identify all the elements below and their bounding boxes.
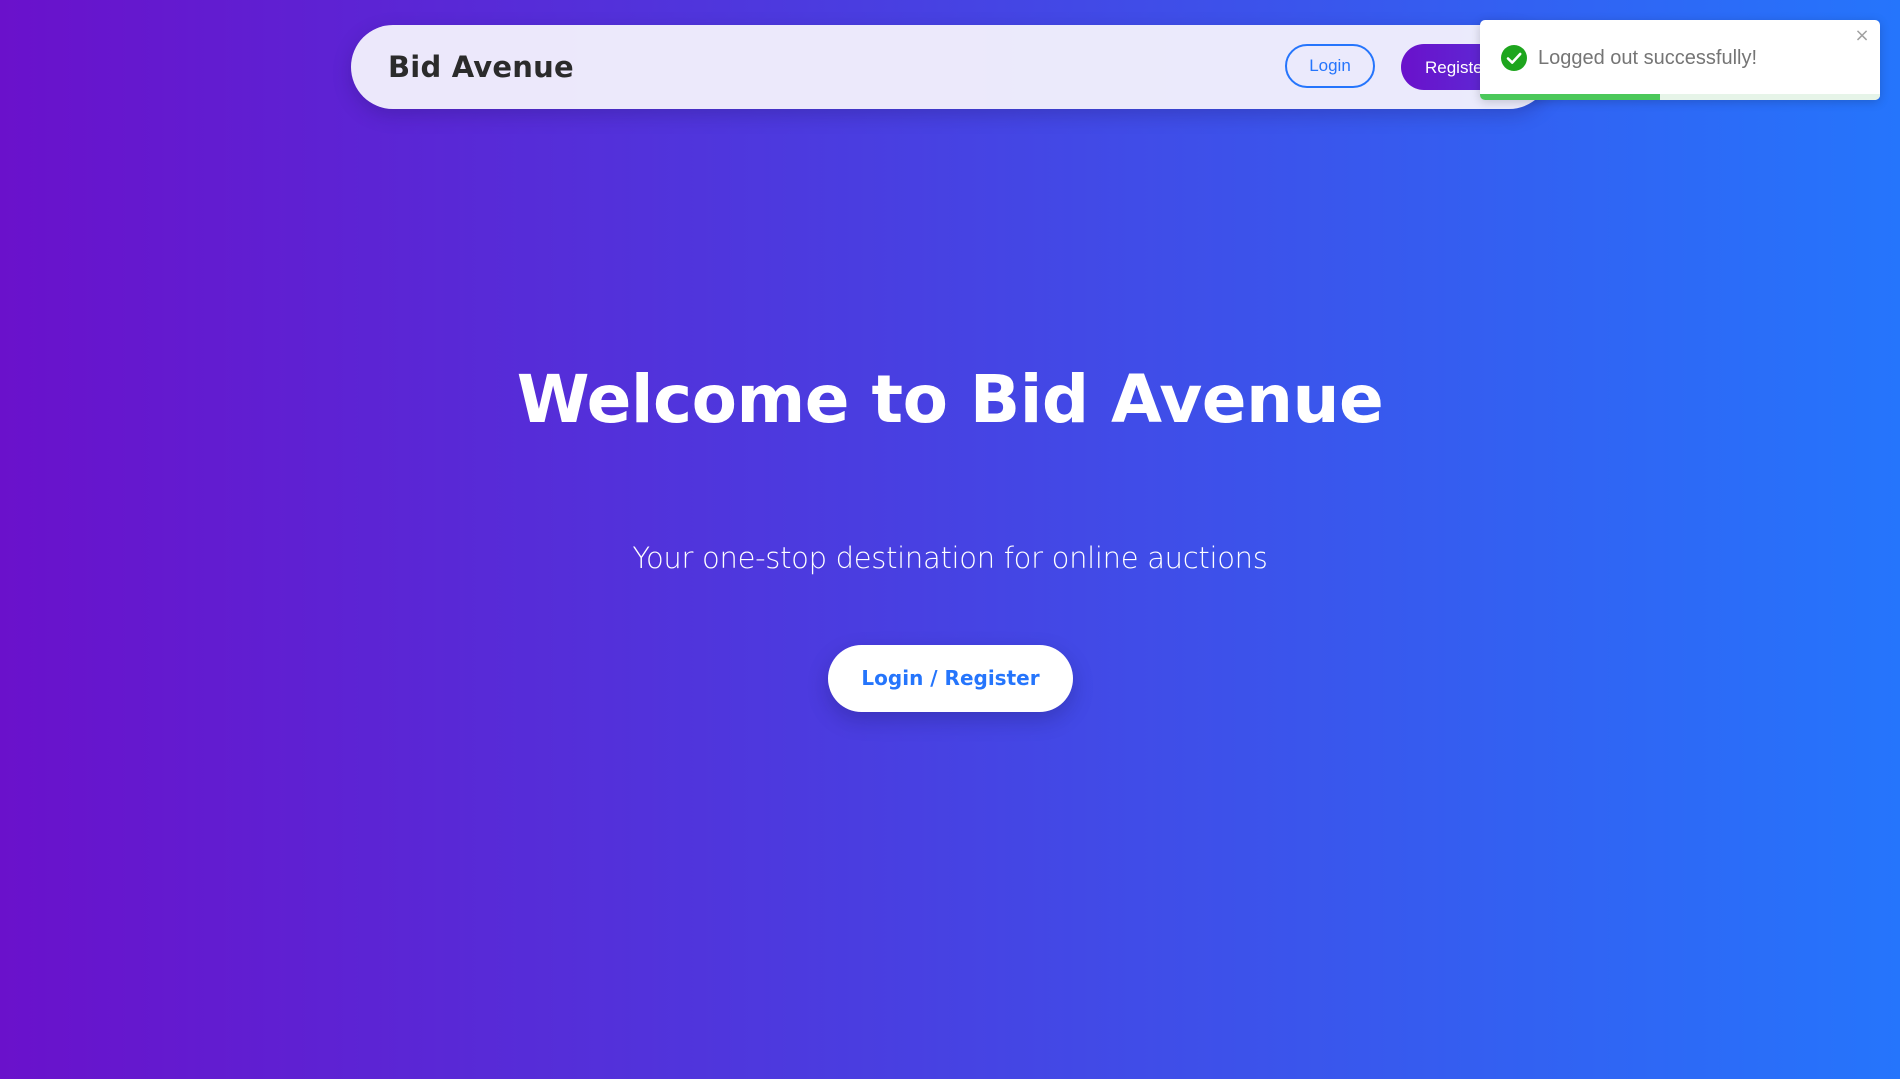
brand-logo[interactable]: Bid Avenue	[388, 25, 574, 109]
check-circle-icon	[1500, 44, 1528, 72]
landing-page: { "navbar": { "brand": "Bid Avenue", "lo…	[0, 0, 1900, 1079]
toast-progress-bar	[1480, 94, 1660, 100]
login-register-button[interactable]: Login / Register	[828, 645, 1073, 712]
close-icon[interactable]: ×	[1852, 26, 1872, 46]
nav-login-button[interactable]: Login	[1285, 44, 1375, 88]
hero-title: Welcome to Bid Avenue	[516, 361, 1384, 438]
toast-message: Logged out successfully!	[1538, 47, 1758, 69]
navbar: Bid Avenue Login Register	[351, 25, 1551, 109]
toast-progress-track	[1480, 94, 1880, 100]
hero-subtitle: Your one-stop destination for online auc…	[632, 541, 1268, 575]
toast-notification: Logged out successfully! ×	[1480, 20, 1880, 100]
